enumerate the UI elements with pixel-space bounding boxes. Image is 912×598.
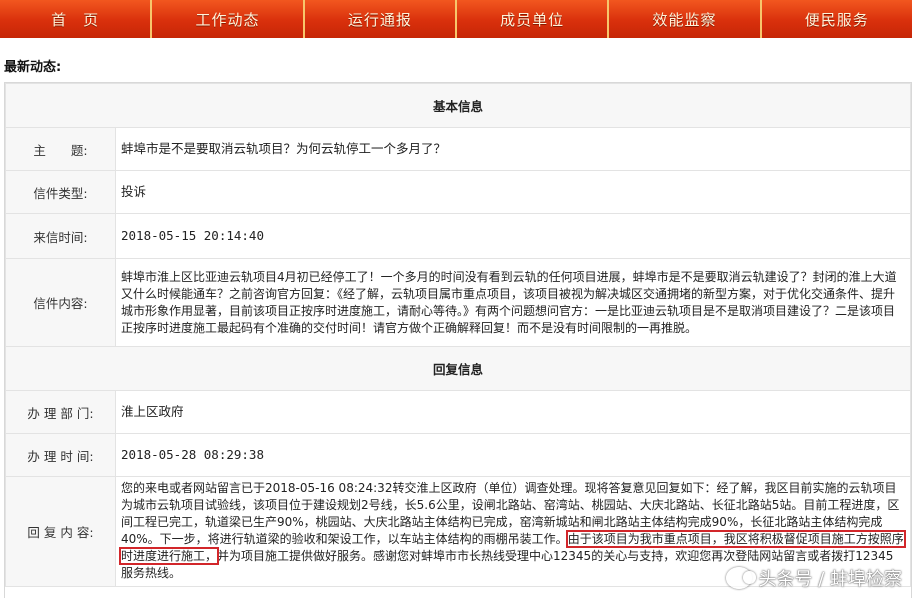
dept-label: 办 理 部 门: [5, 390, 116, 434]
letter-time-value: 2018-05-15 20:14:40 [115, 213, 911, 259]
dept-value: 淮上区政府 [115, 390, 911, 434]
nav-efficiency-supervision[interactable]: 效能监察 [609, 0, 762, 38]
top-nav: 首 页 工作动态 运行通报 成员单位 效能监察 便民服务 [0, 0, 912, 40]
nav-operation-report-label: 运行通报 [347, 10, 412, 29]
nav-member-units[interactable]: 成员单位 [457, 0, 610, 38]
watermark-logo-icon [726, 567, 757, 589]
nav-member-units-label: 成员单位 [500, 10, 565, 29]
nav-efficiency-supervision-label: 效能监察 [652, 10, 717, 29]
nav-public-service[interactable]: 便民服务 [762, 0, 912, 38]
letter-time-row: 来信时间: 2018-05-15 20:14:40 [5, 213, 911, 259]
subject-row: 主 题: 蚌埠市是不是要取消云轨项目？为何云轨停工一个多月了？ [5, 127, 911, 171]
latest-news-label: 最新动态: [4, 60, 62, 75]
subject-value: 蚌埠市是不是要取消云轨项目？为何云轨停工一个多月了？ [115, 127, 911, 171]
nav-home-label: 首 页 [51, 10, 100, 29]
letter-type-row: 信件类型: 投诉 [5, 170, 911, 214]
reply-info-header-row: 回复信息 [5, 346, 911, 391]
basic-info-header: 基本信息 [5, 83, 911, 128]
handle-time-label: 办 理 时 间: [5, 433, 116, 477]
watermark-text: 头条号 / 蚌埠检察 [758, 569, 902, 590]
letter-content-row: 信件内容: 蚌埠市淮上区比亚迪云轨项目4月初已经停工了！一个多月的时间没有看到云… [5, 258, 911, 347]
watermark: 头条号 / 蚌埠检察 [726, 565, 902, 591]
reply-content-label: 回 复 内 容: [5, 476, 116, 587]
letter-content-label: 信件内容: [5, 258, 116, 347]
letter-type-value: 投诉 [115, 170, 911, 214]
letter-panel: 基本信息 主 题: 蚌埠市是不是要取消云轨项目？为何云轨停工一个多月了？ 信件类… [4, 82, 912, 598]
handle-time-value: 2018-05-28 08:29:38 [115, 433, 911, 477]
nav-work-news-label: 工作动态 [195, 10, 260, 29]
nav-public-service-label: 便民服务 [804, 10, 869, 29]
dept-row: 办 理 部 门: 淮上区政府 [5, 390, 911, 434]
letter-content-value: 蚌埠市淮上区比亚迪云轨项目4月初已经停工了！一个多月的时间没有看到云轨的任何项目… [115, 258, 911, 347]
nav-work-news[interactable]: 工作动态 [152, 0, 305, 38]
nav-operation-report[interactable]: 运行通报 [305, 0, 457, 38]
nav-home[interactable]: 首 页 [0, 0, 153, 38]
letter-table: 基本信息 主 题: 蚌埠市是不是要取消云轨项目？为何云轨停工一个多月了？ 信件类… [5, 83, 911, 587]
letter-type-label: 信件类型: [5, 170, 116, 214]
reply-info-header: 回复信息 [5, 346, 911, 391]
letter-time-label: 来信时间: [5, 213, 116, 259]
handle-time-row: 办 理 时 间: 2018-05-28 08:29:38 [5, 433, 911, 477]
basic-info-header-row: 基本信息 [5, 83, 911, 128]
subject-label: 主 题: [5, 127, 116, 171]
